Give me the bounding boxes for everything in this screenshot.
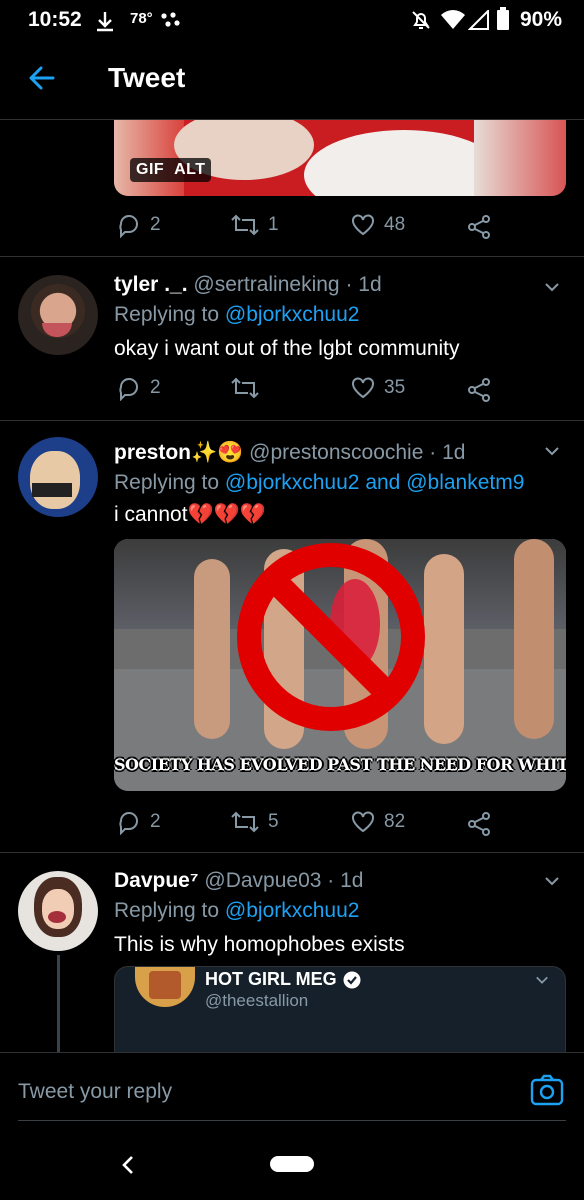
reply-icon bbox=[119, 378, 138, 401]
reply-count: 2 bbox=[150, 811, 161, 832]
display-name[interactable]: Davpue⁷ bbox=[114, 869, 199, 892]
timestamp: · 1d bbox=[429, 441, 466, 464]
mention-link[interactable]: @bjorkxchuu2 bbox=[225, 471, 360, 494]
reply-count: 2 bbox=[150, 377, 161, 398]
quoted-handle[interactable]: @theestallion bbox=[205, 991, 308, 1011]
like-count: 48 bbox=[384, 214, 406, 235]
tweet-item[interactable]: tyler ._. @sertralineking · 1d Replying … bbox=[0, 257, 584, 419]
timestamp: · 1d bbox=[345, 273, 382, 296]
reply-button[interactable]: 2 bbox=[116, 212, 161, 238]
mention-link-2[interactable]: @blanketm9 bbox=[406, 471, 524, 494]
status-temperature: 78° bbox=[130, 10, 153, 27]
composer-divider bbox=[0, 1052, 584, 1053]
camera-icon[interactable] bbox=[530, 1074, 564, 1106]
gif-badge: GIF bbox=[136, 161, 165, 178]
composer-underline bbox=[18, 1120, 566, 1121]
text-emojis: 💔💔💔 bbox=[187, 503, 267, 526]
display-name[interactable]: preston bbox=[114, 441, 191, 464]
reply-composer: Tweet your reply bbox=[0, 1052, 584, 1122]
share-icon[interactable] bbox=[466, 377, 492, 403]
reply-count: 2 bbox=[150, 214, 161, 235]
mute-bell-icon bbox=[412, 11, 430, 29]
chevron-down-icon[interactable] bbox=[544, 873, 560, 889]
wifi-icon bbox=[441, 10, 465, 29]
tweet-text: okay i want out of the lgbt community bbox=[114, 337, 460, 360]
prohibited-icon bbox=[237, 543, 425, 731]
tweet-text: This is why homophobes exists bbox=[114, 933, 405, 956]
retweet-icon bbox=[231, 377, 259, 399]
reply-icon bbox=[119, 812, 138, 835]
action-bar: 2 35 bbox=[0, 375, 584, 405]
chevron-down-icon[interactable] bbox=[544, 443, 560, 459]
retweet-button[interactable]: 1 bbox=[230, 212, 279, 238]
cell-signal-icon bbox=[468, 10, 489, 30]
like-count: 35 bbox=[384, 377, 406, 398]
like-count: 82 bbox=[384, 811, 406, 832]
heart-icon bbox=[352, 377, 374, 399]
home-pill[interactable] bbox=[270, 1156, 314, 1172]
app-header: Tweet bbox=[0, 40, 584, 120]
status-battery: 90% bbox=[520, 8, 563, 31]
retweet-button[interactable] bbox=[230, 375, 268, 401]
retweet-icon bbox=[231, 811, 259, 833]
page-title: Tweet bbox=[108, 62, 186, 93]
image-caption: SOCIETY HAS EVOLVED PAST THE NEED FOR WH… bbox=[114, 755, 566, 774]
action-bar: 2 5 82 bbox=[0, 809, 584, 839]
quoted-display-name[interactable]: HOT GIRL MEG bbox=[205, 969, 337, 990]
like-button[interactable]: 35 bbox=[350, 375, 405, 401]
system-nav-bar bbox=[0, 1122, 584, 1200]
share-icon[interactable] bbox=[466, 214, 492, 240]
dots-icon bbox=[161, 12, 180, 27]
handle[interactable]: @prestonscoochie bbox=[249, 441, 423, 464]
mention-link[interactable]: @bjorkxchuu2 bbox=[225, 303, 360, 326]
retweet-count: 1 bbox=[268, 214, 279, 235]
status-time: 10:52 bbox=[28, 8, 82, 31]
heart-icon bbox=[352, 214, 374, 236]
retweet-count: 5 bbox=[268, 811, 279, 832]
display-name[interactable]: tyler ._. bbox=[114, 273, 188, 296]
thread-line bbox=[57, 955, 60, 1052]
like-button[interactable]: 82 bbox=[350, 809, 405, 835]
chevron-down-icon[interactable] bbox=[535, 973, 549, 987]
alt-badge[interactable]: ALT bbox=[174, 161, 205, 178]
reply-button[interactable]: 2 bbox=[116, 809, 161, 835]
download-icon bbox=[97, 12, 113, 32]
status-bar: 10:52 78° 90% bbox=[0, 0, 584, 40]
mention-link[interactable]: @bjorkxchuu2 bbox=[225, 899, 360, 922]
avatar[interactable] bbox=[18, 437, 98, 517]
handle[interactable]: @Davpue03 bbox=[204, 869, 321, 892]
reply-icon bbox=[119, 215, 138, 238]
name-emojis: ✨😍 bbox=[191, 441, 244, 464]
retweet-button[interactable]: 5 bbox=[230, 809, 279, 835]
battery-icon bbox=[497, 7, 509, 30]
timestamp: · 1d bbox=[327, 869, 364, 892]
replying-and: and bbox=[365, 471, 401, 494]
tweet-item[interactable]: preston✨😍 @prestonscoochie · 1d Replying… bbox=[0, 421, 584, 851]
like-button[interactable]: 48 bbox=[350, 212, 405, 238]
tweet-image[interactable]: SOCIETY HAS EVOLVED PAST THE NEED FOR WH… bbox=[114, 539, 566, 791]
back-arrow-icon[interactable] bbox=[28, 64, 56, 92]
quoted-tweet[interactable]: HOT GIRL MEG @theestallion bbox=[114, 966, 566, 1052]
chevron-down-icon[interactable] bbox=[544, 279, 560, 295]
gif-media[interactable]: GIF ALT bbox=[114, 120, 566, 196]
tweet-text: i cannot bbox=[114, 503, 188, 526]
handle[interactable]: @sertralineking bbox=[193, 273, 339, 296]
avatar[interactable] bbox=[18, 275, 98, 355]
replying-to-label: Replying to bbox=[114, 471, 220, 494]
reply-button[interactable]: 2 bbox=[116, 375, 161, 401]
heart-icon bbox=[352, 811, 374, 833]
action-bar: 2 1 48 bbox=[0, 212, 584, 242]
verified-badge-icon bbox=[343, 971, 361, 988]
avatar[interactable] bbox=[18, 871, 98, 951]
retweet-icon bbox=[231, 214, 259, 236]
replying-to-label: Replying to bbox=[114, 899, 220, 922]
nav-back-icon[interactable] bbox=[120, 1154, 136, 1176]
share-icon[interactable] bbox=[466, 811, 492, 837]
quoted-avatar[interactable] bbox=[135, 967, 195, 1007]
tweet-item[interactable]: Davpue⁷ @Davpue03 · 1d Replying to @bjor… bbox=[0, 853, 584, 1052]
replying-to-label: Replying to bbox=[114, 303, 220, 326]
reply-input[interactable]: Tweet your reply bbox=[18, 1080, 172, 1104]
